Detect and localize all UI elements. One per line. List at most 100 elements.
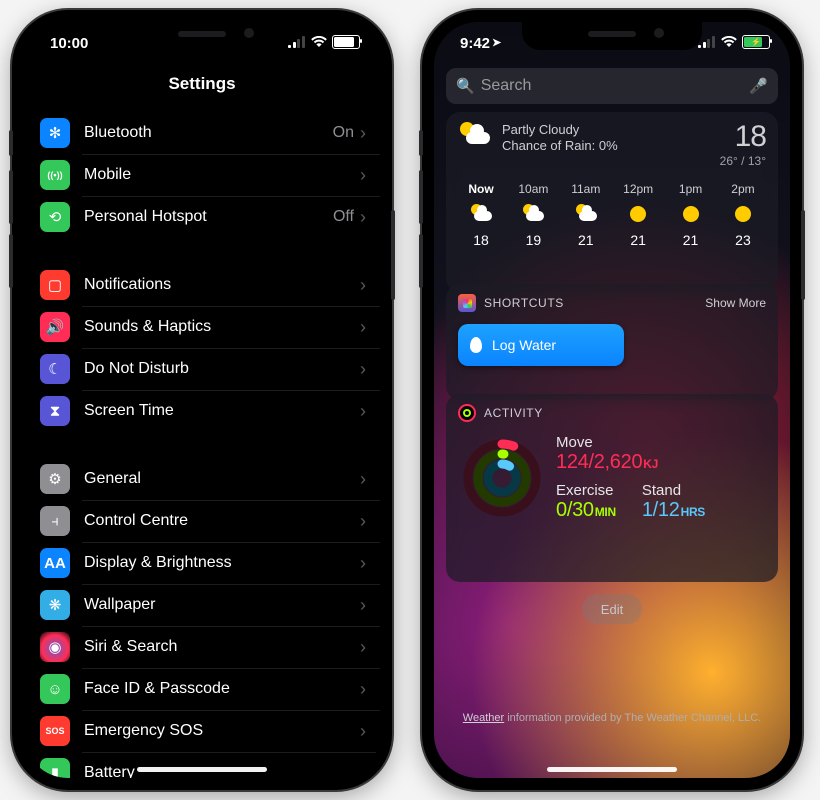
settings-row-wallpaper[interactable]: ❋Wallpaper› [24,584,380,626]
sun-icon [731,204,755,224]
chevron-right-icon: › [360,275,366,296]
hour-cell: 1pm21 [668,182,714,248]
notifications-icon: ▢ [40,270,70,300]
row-label: Mobile [84,166,360,184]
chevron-right-icon: › [360,679,366,700]
partly-cloudy-icon [574,204,598,224]
water-drop-icon [470,337,482,353]
chevron-right-icon: › [360,359,366,380]
wifi-icon [721,36,737,48]
move-value: 124/2,620KJ [556,451,705,474]
settings-row-siri-search[interactable]: ◉Siri & Search› [24,626,380,668]
search-placeholder: Search [481,77,750,95]
link-icon: ⟲ [40,202,70,232]
battery-charging-icon: ⚡ [742,35,770,49]
settings-row-sounds-haptics[interactable]: 🔊Sounds & Haptics› [24,306,380,348]
settings-row-personal-hotspot[interactable]: ⟲ Personal HotspotOff › [24,196,380,238]
row-label: Wallpaper [84,596,360,614]
row-label: Do Not Disturb [84,360,360,378]
settings-row-screen-time[interactable]: ⧗ Screen Time› [24,390,380,432]
chevron-right-icon: › [360,123,366,144]
chevron-right-icon: › [360,637,366,658]
shortcuts-widget[interactable]: SHORTCUTS Show More Log Water [446,284,778,400]
sos-icon: SOS [40,716,70,746]
chevron-right-icon: › [360,207,366,228]
chevron-right-icon: › [360,401,366,422]
settings-row-do-not-disturb[interactable]: ☾ Do Not Disturb› [24,348,380,390]
chevron-right-icon: › [360,469,366,490]
sun-icon [679,204,703,224]
hour-cell: 11am21 [563,182,609,248]
stand-label: Stand [642,482,705,499]
settings-row-bluetooth[interactable]: ✻ BluetoothOn › [24,112,380,154]
chevron-right-icon: › [360,553,366,574]
current-temp: 18 [720,122,766,152]
weather-widget[interactable]: Partly Cloudy Chance of Rain: 0% 18 26° … [446,112,778,292]
exercise-value: 0/30MIN [556,499,616,522]
settings-row-emergency-sos[interactable]: SOSEmergency SOS› [24,710,380,752]
settings-row-face-id-passcode[interactable]: ☺ Face ID & Passcode› [24,668,380,710]
partly-cloudy-icon [458,122,492,150]
temp-high-low: 26° / 13° [720,154,766,168]
weather-attribution: Weather information provided by The Weat… [434,712,790,724]
location-icon: ➤ [492,37,501,49]
antenna-icon: ((•)) [40,160,70,190]
chevron-right-icon: › [360,165,366,186]
shortcuts-icon [458,294,476,312]
activity-rings [462,438,542,518]
screen-settings: 10:00 Settings ✻BluetoothOn›((•))Mobile›… [24,22,380,778]
chevron-right-icon: › [360,317,366,338]
faceid-icon: ☺ [40,674,70,704]
home-indicator[interactable] [547,767,677,772]
row-label: Bluetooth [84,124,333,142]
row-label: Notifications [84,276,360,294]
moon-icon: ☾ [40,354,70,384]
row-label: Display & Brightness [84,554,360,572]
partly-cloudy-icon [469,204,493,224]
settings-row-control-centre[interactable]: ⫞ Control Centre› [24,500,380,542]
chevron-right-icon: › [360,721,366,742]
screen-today: 9:42➤ ⚡ 🔍 Search 🎤 Partly Cloudy [434,22,790,778]
chevron-right-icon: › [360,595,366,616]
partly-cloudy-icon [521,204,545,224]
gear-icon: ⚙ [40,464,70,494]
hourly-forecast[interactable]: Now1810am1911am2112pm211pm212pm23 [458,182,766,248]
home-indicator[interactable] [137,767,267,772]
shortcut-log-water[interactable]: Log Water [458,324,624,366]
siri-icon: ◉ [40,632,70,662]
chevron-right-icon: › [360,511,366,532]
activity-widget[interactable]: ACTIVITY Move 124/2,620KJ [446,394,778,582]
settings-row-mobile[interactable]: ((•)) Mobile› [24,154,380,196]
microphone-icon[interactable]: 🎤 [749,77,768,95]
settings-row-general[interactable]: ⚙General› [24,458,380,500]
status-time: 10:00 [50,35,88,52]
settings-row-notifications[interactable]: ▢ Notifications› [24,264,380,306]
exercise-label: Exercise [556,482,616,499]
hour-cell: Now18 [458,182,504,248]
hour-cell: 12pm21 [615,182,661,248]
hourglass-icon: ⧗ [40,396,70,426]
edit-button[interactable]: Edit [582,594,642,624]
phone-left: 10:00 Settings ✻BluetoothOn›((•))Mobile›… [12,10,392,790]
status-time: 9:42➤ [460,35,501,52]
wifi-icon [311,36,327,48]
chevron-right-icon: › [360,763,366,779]
stand-value: 1/12HRS [642,499,705,522]
show-more-button[interactable]: Show More [705,296,766,310]
row-label: Personal Hotspot [84,208,333,226]
row-label: Face ID & Passcode [84,680,360,698]
row-value: On [333,124,354,142]
search-field[interactable]: 🔍 Search 🎤 [446,68,778,104]
phone-right: 9:42➤ ⚡ 🔍 Search 🎤 Partly Cloudy [422,10,802,790]
battery-icon: ▮ [40,758,70,778]
settings-list[interactable]: ✻BluetoothOn›((•))Mobile›⟲Personal Hotsp… [24,112,380,778]
hour-cell: 10am19 [510,182,556,248]
row-value: Off [333,208,354,226]
search-icon: 🔍 [456,77,475,95]
settings-row-battery[interactable]: ▮Battery› [24,752,380,778]
switches-icon: ⫞ [40,506,70,536]
settings-row-display-brightness[interactable]: AADisplay & Brightness› [24,542,380,584]
row-label: Control Centre [84,512,360,530]
bluetooth-icon: ✻ [40,118,70,148]
row-label: Screen Time [84,402,360,420]
